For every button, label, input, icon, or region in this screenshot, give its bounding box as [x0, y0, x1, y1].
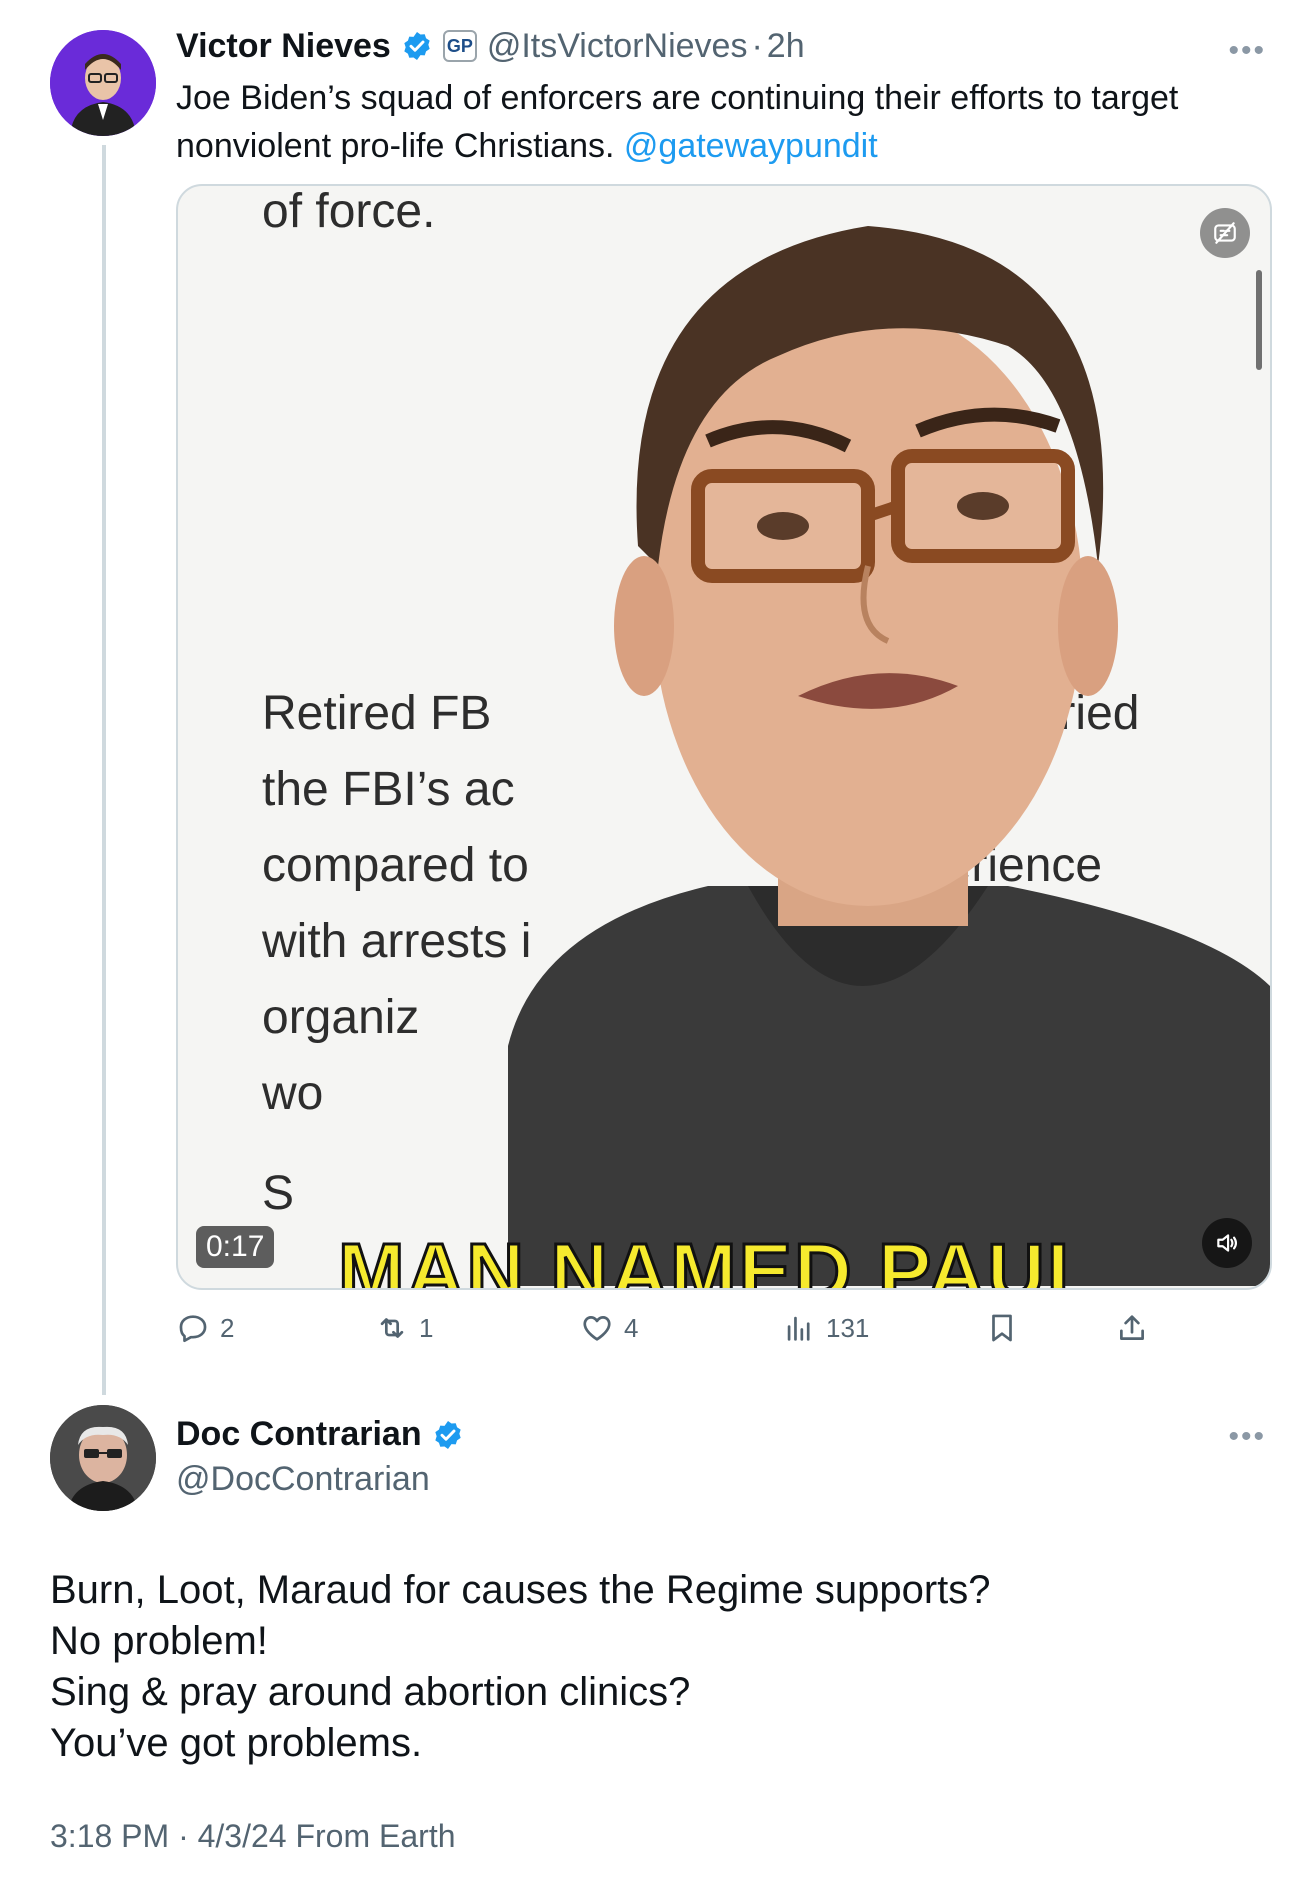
avatar-victor-nieves[interactable]	[50, 30, 156, 136]
share-icon	[1120, 1315, 1144, 1340]
repost-button[interactable]: 1	[375, 1308, 433, 1348]
doc-line: organiz	[262, 991, 420, 1044]
author-handle[interactable]: @ItsVictorNieves	[487, 27, 748, 66]
like-button[interactable]: 4	[580, 1308, 638, 1348]
reply-line: Sing & pray around abortion clinics?	[50, 1670, 691, 1714]
doc-line: S	[262, 1167, 295, 1220]
avatar-portrait	[50, 30, 156, 136]
repost-icon	[380, 1318, 404, 1338]
parent-tweet-text: Joe Biden’s squad of enforcers are conti…	[176, 74, 1256, 170]
bookmark-icon	[992, 1314, 1012, 1342]
author-name[interactable]: Victor Nieves	[176, 27, 391, 66]
video-caption: MAN NAMED PAUL	[337, 1226, 1098, 1290]
post-time[interactable]: 2h	[767, 27, 805, 66]
doc-line: wo	[262, 1067, 324, 1120]
reply-icon	[179, 1315, 207, 1343]
mention-link[interactable]: @gatewaypundit	[624, 127, 878, 165]
avatar-portrait	[50, 1405, 156, 1511]
more-dots-icon[interactable]: •••	[1228, 1420, 1266, 1454]
reply-count: 2	[220, 1312, 235, 1343]
heart-icon	[583, 1316, 611, 1341]
reply-tweet-text: Burn, Loot, Maraud for causes the Regime…	[50, 1565, 991, 1769]
reply-line: Burn, Loot, Maraud for causes the Regime…	[50, 1568, 991, 1612]
reply-button[interactable]: 2	[176, 1308, 234, 1348]
sound-icon[interactable]	[1202, 1218, 1252, 1268]
view-count: 131	[826, 1312, 870, 1343]
like-count: 4	[624, 1312, 639, 1343]
author-handle[interactable]: @DocContrarian	[176, 1460, 430, 1499]
verified-check-icon	[404, 32, 430, 60]
bookmark-button[interactable]	[985, 1308, 1019, 1348]
share-button[interactable]	[1115, 1308, 1149, 1348]
video-person-figure	[508, 226, 1270, 1286]
views-button[interactable]: 131	[782, 1308, 869, 1348]
reply-line: No problem!	[50, 1619, 268, 1663]
views-icon	[787, 1316, 810, 1341]
author-name[interactable]: Doc Contrarian	[176, 1415, 422, 1454]
avatar-doc-contrarian[interactable]	[50, 1405, 156, 1511]
thread-connector-line	[102, 145, 106, 1395]
doc-line: of force.	[262, 185, 436, 238]
reply-author-row: Doc Contrarian	[176, 1415, 464, 1454]
captions-icon[interactable]	[1200, 208, 1250, 258]
parent-author-row: Victor Nieves GP @ItsVictorNieves · 2h	[176, 24, 805, 68]
more-dots-icon[interactable]: •••	[1228, 34, 1266, 68]
affiliate-badge[interactable]: GP	[442, 30, 477, 62]
video-duration: 0:17	[196, 1226, 275, 1268]
repost-count: 1	[419, 1312, 434, 1343]
verified-check-icon	[434, 1420, 461, 1449]
video-scrollbar[interactable]	[1256, 270, 1262, 370]
video-player[interactable]: of force. Retired FB ay decried the FBI’…	[176, 184, 1272, 1290]
separator-dot: ·	[751, 26, 763, 65]
reply-line: You’ve got problems.	[50, 1721, 423, 1765]
post-timestamp[interactable]: 3:18 PM · 4/3/24 From Earth	[50, 1818, 456, 1855]
